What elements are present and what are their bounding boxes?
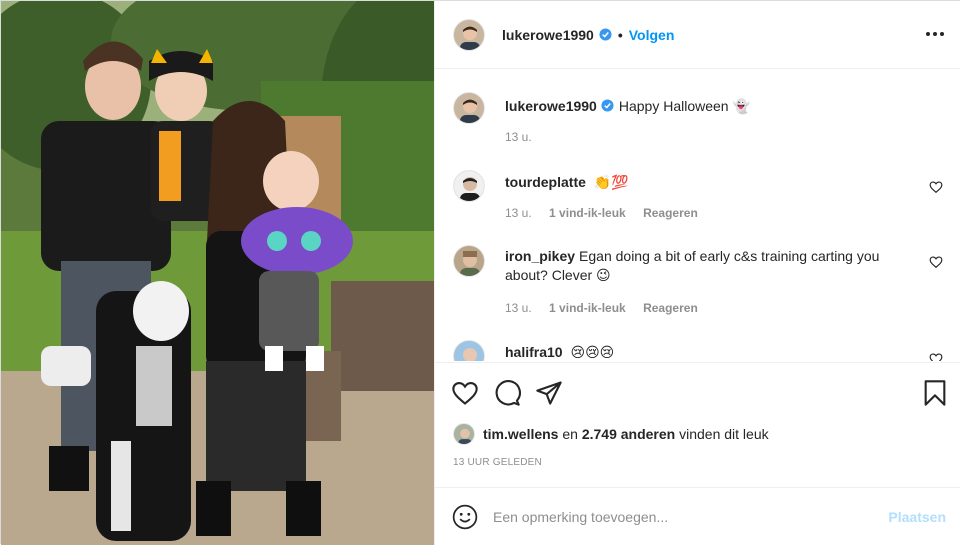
reply-button[interactable]: Reageren <box>643 301 698 315</box>
comment-meta: 13 u. 1 vind-ik-leuk Reageren <box>505 206 712 220</box>
more-options-icon[interactable] <box>926 25 944 43</box>
heart-icon[interactable] <box>451 379 479 407</box>
post-comment-button[interactable]: Plaatsen <box>888 509 946 525</box>
comment-text: halifra10 😢😢😢 <box>505 343 920 361</box>
comment-likes-count[interactable]: 1 vind-ik-leuk <box>549 301 626 315</box>
author-username[interactable]: lukerowe1990 <box>502 27 594 43</box>
comment-text: tourdeplatte 👏💯 <box>505 173 920 192</box>
post-details-panel: lukerowe1990 • Volgen lukerowe1990 Happy … <box>434 1 960 545</box>
author-avatar[interactable] <box>453 18 485 51</box>
liker-avatar[interactable] <box>453 423 475 445</box>
share-icon[interactable] <box>535 379 563 407</box>
follow-button[interactable]: Volgen <box>629 27 675 43</box>
comment-avatar[interactable] <box>453 340 485 361</box>
post-header: lukerowe1990 • Volgen <box>435 1 960 69</box>
comment-like-heart-icon[interactable] <box>929 255 943 269</box>
likes-suffix: vinden dit leuk <box>679 426 769 442</box>
caption-body: Happy Halloween 👻 <box>618 98 750 114</box>
caption-avatar[interactable] <box>453 92 485 124</box>
comment-composer: Plaatsen <box>435 487 960 545</box>
comment-text: iron_pikey Egan doing a bit of early c&s … <box>505 247 920 285</box>
comment-input[interactable] <box>493 507 873 527</box>
post-photo[interactable] <box>1 1 434 545</box>
verified-badge-icon <box>601 99 614 112</box>
comment-likes-count[interactable]: 1 vind-ik-leuk <box>549 206 626 220</box>
comment-body: 😢😢😢 <box>570 344 615 360</box>
action-bar <box>435 362 960 420</box>
comment-avatar[interactable] <box>453 245 485 277</box>
likes-summary: tim.wellens en 2.749 anderen vinden dit … <box>453 423 769 445</box>
comment-like-heart-icon[interactable] <box>929 180 943 194</box>
comment-username[interactable]: tourdeplatte <box>505 174 586 190</box>
likes-count[interactable]: 2.749 anderen <box>582 426 675 442</box>
caption-meta: 13 u. <box>505 130 546 144</box>
post-dialog: lukerowe1990 • Volgen lukerowe1990 Happy … <box>0 0 960 545</box>
caption-username[interactable]: lukerowe1990 <box>505 98 597 114</box>
liker-username[interactable]: tim.wellens <box>483 426 558 442</box>
header-separator: • <box>617 26 623 43</box>
reply-button[interactable]: Reageren <box>643 206 698 220</box>
comment-icon[interactable] <box>493 379 521 407</box>
comment-username[interactable]: halifra10 <box>505 344 563 360</box>
likes-connector: en <box>562 426 578 442</box>
comment-meta: 13 u. 1 vind-ik-leuk Reageren <box>505 301 712 315</box>
comment-avatar[interactable] <box>453 170 485 202</box>
bookmark-icon[interactable] <box>921 379 949 407</box>
caption-time: 13 u. <box>505 130 532 144</box>
family-halloween-photo <box>1 1 434 545</box>
emoji-icon[interactable] <box>452 504 478 530</box>
comments-list[interactable]: lukerowe1990 Happy Halloween 👻 13 u. tour… <box>435 70 960 361</box>
comment-time: 13 u. <box>505 206 532 220</box>
comment-like-heart-icon[interactable] <box>929 352 943 361</box>
caption-text: lukerowe1990 Happy Halloween 👻 <box>505 97 920 116</box>
post-timestamp[interactable]: 13 UUR GELEDEN <box>453 457 542 468</box>
comment-username[interactable]: iron_pikey <box>505 248 575 264</box>
verified-badge-icon <box>599 28 612 41</box>
comment-time: 13 u. <box>505 301 532 315</box>
comment-body: 👏💯 <box>593 174 629 190</box>
